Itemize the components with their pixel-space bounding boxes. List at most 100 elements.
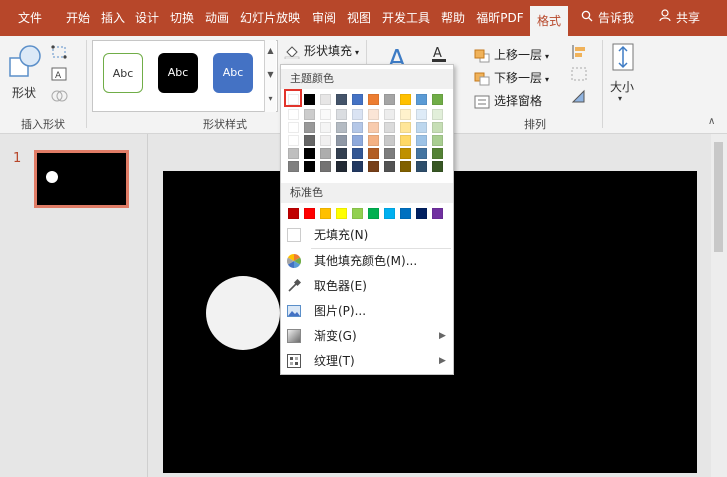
theme-shade-swatch[interactable] xyxy=(432,161,443,172)
theme-shade-swatch[interactable] xyxy=(352,135,363,146)
theme-shade-swatch[interactable] xyxy=(336,135,347,146)
edit-shape-icon[interactable] xyxy=(50,44,70,62)
collapse-ribbon-icon[interactable]: ∧ xyxy=(708,116,715,127)
circle-shape[interactable] xyxy=(206,276,280,350)
tab-review[interactable]: 审阅 xyxy=(306,0,342,36)
merge-shapes-icon[interactable] xyxy=(50,88,70,106)
theme-shade-swatch[interactable] xyxy=(352,109,363,120)
send-backward-button[interactable]: 下移一层 ▾ xyxy=(474,69,549,86)
theme-shade-swatch[interactable] xyxy=(384,135,395,146)
theme-shade-swatch[interactable] xyxy=(400,161,411,172)
text-fill-icon[interactable]: A xyxy=(430,44,450,64)
theme-shade-swatch[interactable] xyxy=(336,161,347,172)
theme-shade-swatch[interactable] xyxy=(320,122,331,133)
style-sample-black[interactable]: Abc xyxy=(158,53,198,93)
slide-thumbnail[interactable] xyxy=(34,150,129,208)
tab-view[interactable]: 视图 xyxy=(342,0,376,36)
tab-developer[interactable]: 开发工具 xyxy=(376,0,436,36)
group-objects-icon[interactable] xyxy=(570,66,590,84)
standard-color-swatch[interactable] xyxy=(432,208,443,219)
theme-shade-swatch[interactable] xyxy=(320,135,331,146)
theme-shade-swatch[interactable] xyxy=(432,148,443,159)
theme-shade-swatch[interactable] xyxy=(368,109,379,120)
texture-item[interactable]: 纹理(T) ▶ xyxy=(281,349,453,373)
scrollbar-thumb[interactable] xyxy=(714,142,723,252)
theme-shade-swatch[interactable] xyxy=(416,148,427,159)
theme-shade-swatch[interactable] xyxy=(320,109,331,120)
theme-shade-swatch[interactable] xyxy=(384,109,395,120)
gallery-scroll[interactable]: ▲ ▼ ▾ xyxy=(264,40,276,112)
theme-shade-swatch[interactable] xyxy=(304,148,315,159)
theme-shade-swatch[interactable] xyxy=(400,135,411,146)
theme-shade-swatch[interactable] xyxy=(288,148,299,159)
theme-color-swatch[interactable] xyxy=(336,94,347,105)
theme-shade-swatch[interactable] xyxy=(288,161,299,172)
theme-shade-swatch[interactable] xyxy=(416,135,427,146)
standard-color-swatch[interactable] xyxy=(320,208,331,219)
theme-color-swatch[interactable] xyxy=(304,94,315,105)
tab-help[interactable]: 帮助 xyxy=(436,0,470,36)
theme-shade-swatch[interactable] xyxy=(368,135,379,146)
tab-animations[interactable]: 动画 xyxy=(200,0,234,36)
theme-shade-swatch[interactable] xyxy=(416,161,427,172)
theme-shade-swatch[interactable] xyxy=(288,135,299,146)
standard-color-swatch[interactable] xyxy=(336,208,347,219)
theme-shade-swatch[interactable] xyxy=(384,148,395,159)
tab-foxit-pdf[interactable]: 福昕PDF xyxy=(470,0,530,36)
standard-color-swatch[interactable] xyxy=(288,208,299,219)
theme-shade-swatch[interactable] xyxy=(320,148,331,159)
shape-style-gallery[interactable]: Abc Abc Abc xyxy=(92,40,278,112)
theme-color-swatch[interactable] xyxy=(400,94,411,105)
shape-fill-button[interactable]: 形状填充 ▾ xyxy=(284,42,359,59)
theme-color-swatch[interactable] xyxy=(352,94,363,105)
standard-color-swatch[interactable] xyxy=(352,208,363,219)
theme-shade-swatch[interactable] xyxy=(416,122,427,133)
more-icon[interactable]: ▾ xyxy=(265,94,276,103)
tab-transitions[interactable]: 切换 xyxy=(164,0,200,36)
tab-file[interactable]: 文件 xyxy=(10,0,50,36)
vertical-scrollbar[interactable] xyxy=(711,134,727,477)
more-fill-colors-item[interactable]: 其他填充颜色(M)... xyxy=(281,249,453,273)
theme-shade-swatch[interactable] xyxy=(384,122,395,133)
theme-shade-swatch[interactable] xyxy=(384,161,395,172)
theme-shade-swatch[interactable] xyxy=(432,122,443,133)
theme-shade-swatch[interactable] xyxy=(304,161,315,172)
theme-shade-swatch[interactable] xyxy=(304,122,315,133)
chevron-up-icon[interactable]: ▲ xyxy=(265,46,276,55)
tab-design[interactable]: 设计 xyxy=(130,0,164,36)
theme-shade-swatch[interactable] xyxy=(352,161,363,172)
theme-color-swatch[interactable] xyxy=(320,94,331,105)
theme-shade-swatch[interactable] xyxy=(400,109,411,120)
standard-color-swatch[interactable] xyxy=(384,208,395,219)
chevron-down-icon[interactable]: ▼ xyxy=(265,70,276,79)
shapes-button[interactable]: 形状 xyxy=(6,42,44,102)
theme-shade-swatch[interactable] xyxy=(416,109,427,120)
tab-slideshow[interactable]: 幻灯片放映 xyxy=(234,0,306,36)
tell-me-box[interactable]: 告诉我 xyxy=(580,0,634,36)
theme-shade-swatch[interactable] xyxy=(336,148,347,159)
theme-color-swatch[interactable] xyxy=(432,94,443,105)
theme-shade-swatch[interactable] xyxy=(432,135,443,146)
rotate-icon[interactable] xyxy=(570,88,590,106)
standard-color-swatch[interactable] xyxy=(416,208,427,219)
picture-fill-item[interactable]: 图片(P)... xyxy=(281,299,453,323)
style-sample-outline[interactable]: Abc xyxy=(103,53,143,93)
tab-insert[interactable]: 插入 xyxy=(96,0,130,36)
eyedropper-item[interactable]: 取色器(E) xyxy=(281,274,453,298)
no-fill-item[interactable]: 无填充(N) xyxy=(281,223,453,247)
theme-shade-swatch[interactable] xyxy=(336,109,347,120)
theme-color-swatch[interactable] xyxy=(384,94,395,105)
theme-shade-swatch[interactable] xyxy=(320,161,331,172)
standard-color-swatch[interactable] xyxy=(368,208,379,219)
text-box-icon[interactable]: A xyxy=(50,66,70,84)
theme-color-swatch[interactable] xyxy=(416,94,427,105)
standard-color-swatch[interactable] xyxy=(400,208,411,219)
theme-shade-swatch[interactable] xyxy=(400,122,411,133)
theme-shade-swatch[interactable] xyxy=(304,135,315,146)
tab-home[interactable]: 开始 xyxy=(60,0,96,36)
theme-color-swatch[interactable] xyxy=(368,94,379,105)
theme-shade-swatch[interactable] xyxy=(352,148,363,159)
theme-shade-swatch[interactable] xyxy=(368,122,379,133)
bring-forward-button[interactable]: 上移一层 ▾ xyxy=(474,46,549,63)
standard-color-swatch[interactable] xyxy=(304,208,315,219)
